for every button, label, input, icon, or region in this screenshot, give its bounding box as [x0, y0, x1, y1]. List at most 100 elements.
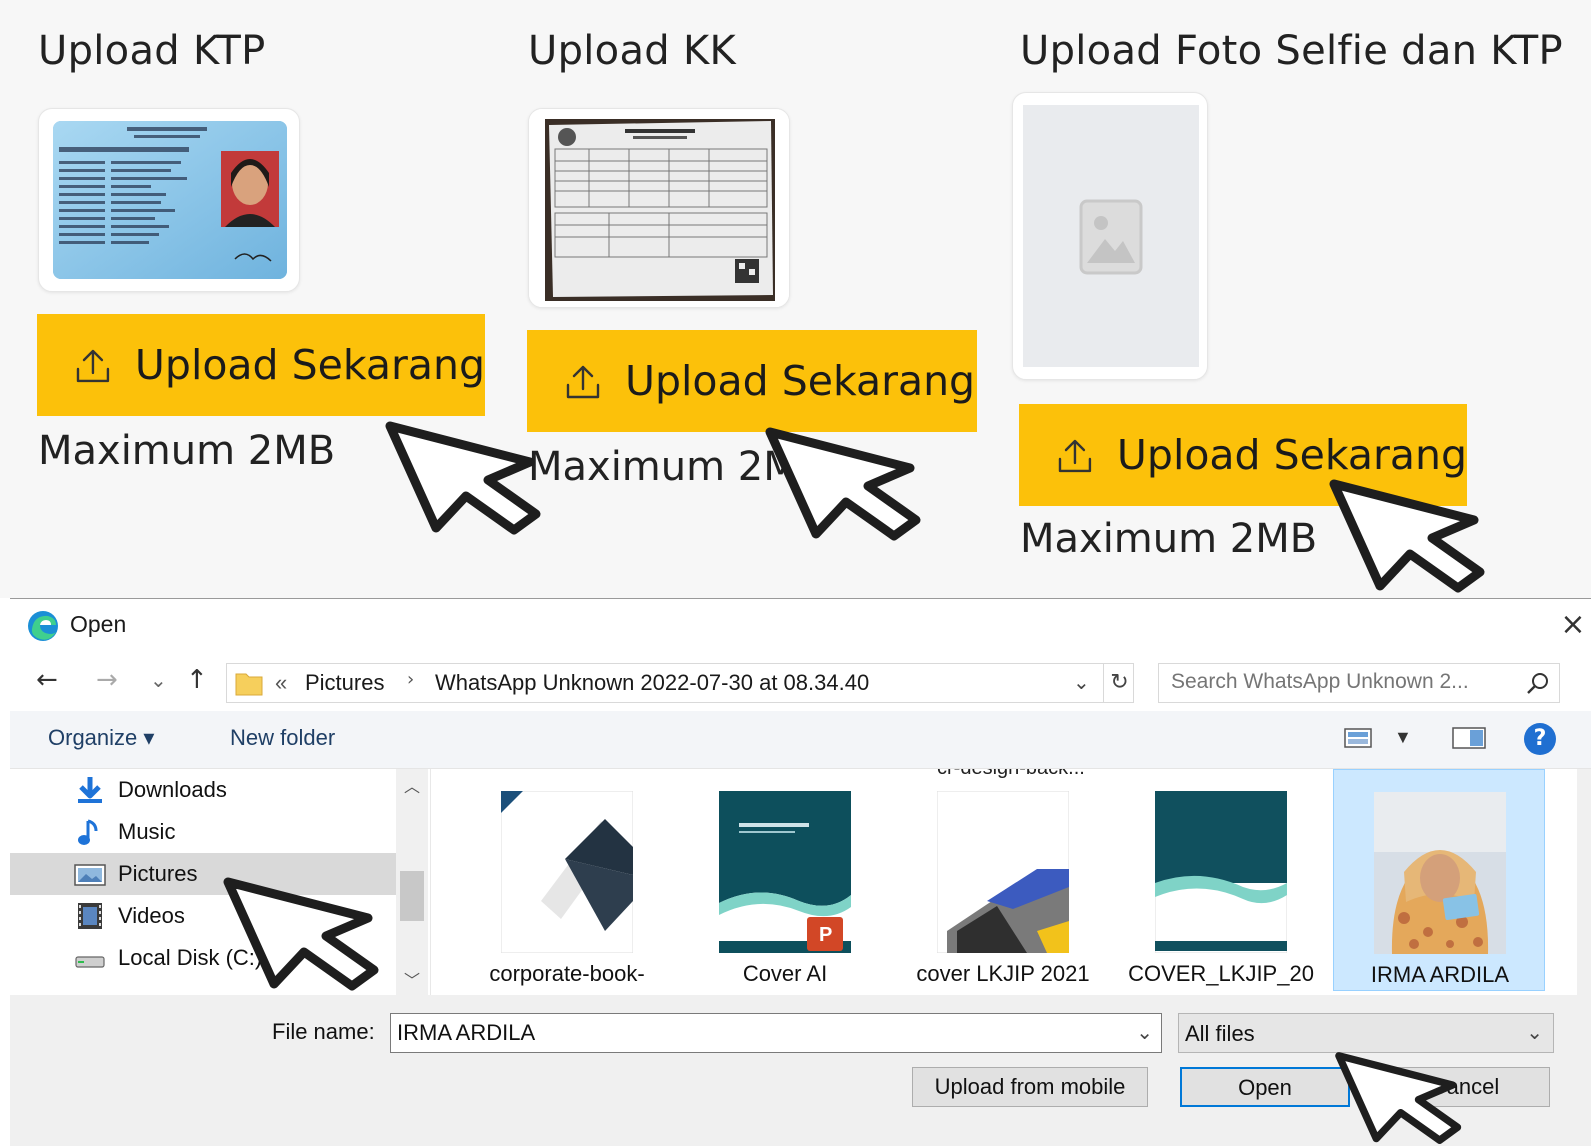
file-label: COVER_LKJIP_20 [1128, 961, 1314, 986]
nav-item-pictures[interactable]: Pictures [10, 853, 396, 895]
dialog-footer: File name: ⌄ All files ⌄ Upload from mob… [10, 995, 1591, 1146]
file-item-corporate-book[interactable]: corporate-book- [461, 769, 673, 991]
ktp-card-image [53, 121, 287, 279]
overflow-crumb-icon[interactable]: « [275, 670, 287, 696]
open-button[interactable]: Open [1180, 1067, 1350, 1107]
file-item-cover-ai[interactable]: P Cover AI [679, 769, 891, 991]
dialog-titlebar: Open × [10, 599, 1591, 651]
breadcrumb-pictures[interactable]: Pictures [305, 670, 384, 696]
lkjip-cover-2-thumbnail [1155, 791, 1287, 953]
nav-item-label: Downloads [118, 777, 227, 802]
search-icon [1527, 673, 1548, 694]
command-toolbar: Organize ▾ New folder ▼ ? [10, 711, 1591, 769]
file-type-select[interactable]: All files ⌄ [1178, 1013, 1554, 1053]
back-icon[interactable]: ← [36, 665, 58, 695]
open-file-dialog: Open × ← → ⌄ ↑ « Pictures › WhatsApp Unk… [10, 598, 1591, 1146]
upload-ktp-button-label: Upload Sekarang [134, 341, 485, 389]
music-icon [78, 819, 98, 845]
image-placeholder-icon [1079, 199, 1143, 275]
upload-ktp-button[interactable]: Upload Sekarang [37, 314, 485, 416]
ktp-preview [38, 108, 300, 292]
ktp-size-note: Maximum 2MB [38, 428, 336, 474]
upload-selfie-button[interactable]: Upload Sekarang [1019, 404, 1467, 506]
nav-item-label: Videos [118, 903, 185, 928]
upload-kk-title: Upload KK [528, 28, 737, 74]
chevron-down-icon[interactable]: ⌄ [1526, 1020, 1543, 1044]
organize-menu[interactable]: Organize ▾ [48, 725, 154, 751]
nav-item-label: Pictures [118, 861, 198, 886]
cancel-button[interactable]: Cancel [1380, 1067, 1550, 1107]
selfie-preview-placeholder [1012, 92, 1208, 380]
folder-icon [235, 673, 263, 696]
refresh-icon[interactable]: ↻ [1103, 664, 1135, 702]
upload-kk-button-label: Upload Sekarang [625, 357, 976, 405]
selfie-size-note: Maximum 2MB [1020, 516, 1318, 562]
kk-preview [528, 108, 790, 308]
nav-pane-scrollbar[interactable]: ︿ ﹀ [396, 769, 428, 995]
file-name-field[interactable]: ⌄ [390, 1013, 1162, 1053]
selfie-photo-thumbnail [1374, 792, 1506, 954]
kk-document-image [529, 109, 789, 307]
file-name-input[interactable] [397, 1020, 1097, 1046]
file-list-pane: cr-design-back... corporate-book- [430, 769, 1591, 995]
file-item-cover-lkjip-2021[interactable]: cover LKJIP 2021 [897, 769, 1109, 991]
address-dropdown-icon[interactable]: ⌄ [1073, 670, 1090, 694]
screenshot-root: Upload KTP Upload Sekarang Maximum 2MB U… [0, 0, 1591, 1146]
upload-kk-button[interactable]: Upload Sekarang [527, 330, 977, 432]
up-folder-icon[interactable]: ↑ [186, 665, 208, 695]
breadcrumb-separator-icon: › [407, 669, 415, 690]
search-box[interactable] [1158, 663, 1560, 703]
powerpoint-thumbnail: P [719, 791, 851, 953]
upload-icon [76, 349, 110, 383]
file-label: corporate-book- [489, 961, 645, 986]
navigation-pane: Downloads Music Pictures Videos Local Di… [10, 769, 430, 995]
nav-item-videos[interactable]: Videos [10, 895, 396, 937]
scroll-thumb[interactable] [400, 871, 424, 921]
scroll-down-icon[interactable]: ﹀ [396, 967, 428, 995]
file-name-label: File name: [272, 1019, 375, 1044]
navigation-bar: ← → ⌄ ↑ « Pictures › WhatsApp Unknown 20… [10, 651, 1591, 711]
upload-panel: Upload KTP Upload Sekarang Maximum 2MB U… [0, 0, 1591, 598]
view-options-dropdown-icon[interactable]: ▼ [1394, 727, 1412, 748]
scroll-up-icon[interactable]: ︿ [396, 773, 428, 801]
lkjip-cover-thumbnail [937, 791, 1069, 953]
upload-icon [566, 365, 600, 399]
upload-selfie-button-label: Upload Sekarang [1116, 431, 1467, 479]
help-icon[interactable]: ? [1524, 723, 1556, 755]
view-mode-icon[interactable] [1344, 726, 1372, 750]
file-label: cover LKJIP 2021 [916, 961, 1090, 986]
file-item-cover-lkjip-20[interactable]: COVER_LKJIP_20 [1115, 769, 1327, 991]
upload-from-mobile-button[interactable]: Upload from mobile [912, 1067, 1148, 1107]
nav-item-music[interactable]: Music [10, 811, 396, 853]
address-bar[interactable]: « Pictures › WhatsApp Unknown 2022-07-30… [226, 663, 1134, 703]
download-icon [78, 777, 102, 803]
upload-icon [1058, 439, 1092, 473]
file-type-value: All files [1185, 1021, 1255, 1046]
file-label: IRMA ARDILA [1370, 962, 1510, 987]
search-input[interactable] [1171, 670, 1511, 694]
drive-icon [75, 956, 105, 968]
videos-icon [78, 903, 102, 929]
file-item-irma-ardila[interactable]: IRMA ARDILA [1333, 769, 1545, 991]
nav-item-label: Local Disk (C:) [118, 945, 263, 970]
forward-icon[interactable]: → [96, 665, 118, 695]
upload-ktp-title: Upload KTP [38, 28, 266, 74]
svg-text:P: P [819, 924, 832, 946]
edge-browser-icon [28, 611, 58, 641]
close-icon[interactable]: × [1555, 607, 1591, 643]
kk-size-note: Maximum 2MB [528, 444, 826, 490]
recent-locations-icon[interactable]: ⌄ [150, 665, 167, 695]
dialog-title: Open [70, 611, 127, 637]
preview-pane-icon[interactable] [1452, 726, 1486, 750]
pictures-icon [74, 864, 106, 886]
new-folder-button[interactable]: New folder [230, 725, 335, 751]
nav-item-downloads[interactable]: Downloads [10, 769, 396, 811]
nav-item-local-disk[interactable]: Local Disk (C:) [10, 937, 396, 979]
upload-selfie-title: Upload Foto Selfie dan KTP [1020, 28, 1563, 74]
nav-item-label: Music [118, 819, 176, 844]
chevron-down-icon[interactable]: ⌄ [1136, 1020, 1153, 1044]
corporate-book-thumbnail [501, 791, 633, 953]
breadcrumb-current-folder[interactable]: WhatsApp Unknown 2022-07-30 at 08.34.40 [435, 670, 869, 696]
file-pane-scrollbar[interactable] [1577, 769, 1591, 995]
file-label: Cover AI [742, 961, 828, 986]
